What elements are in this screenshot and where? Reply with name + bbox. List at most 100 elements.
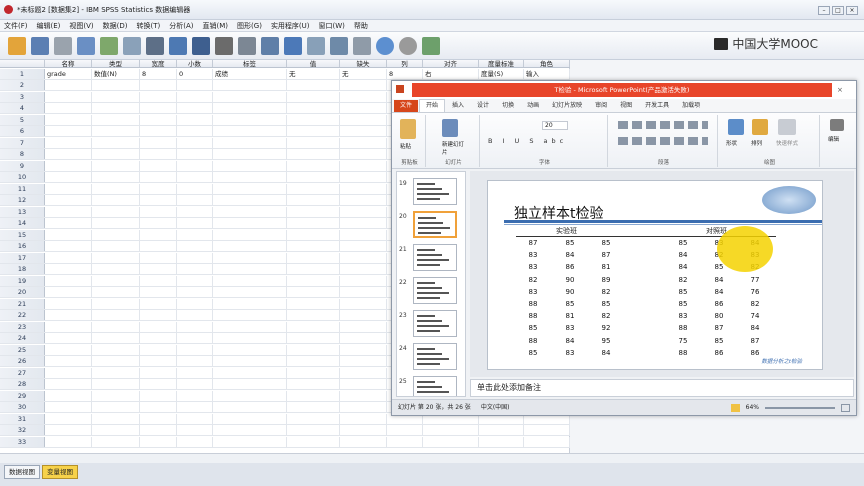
grid-cell[interactable] <box>140 172 177 182</box>
grid-cell[interactable] <box>287 367 340 378</box>
grid-cell[interactable] <box>213 137 287 148</box>
grid-cell[interactable] <box>340 183 387 194</box>
grid-cell[interactable] <box>340 114 387 125</box>
current-slide[interactable]: 独立样本t检验 实验班 对照班 87 85 85 83 84 87 83 86 81 82 90 89… <box>487 180 823 370</box>
row-number[interactable]: 6 <box>0 126 45 136</box>
grid-cell[interactable] <box>92 137 140 148</box>
grid-cell[interactable] <box>45 333 92 343</box>
goto-variable-icon[interactable] <box>169 36 187 55</box>
grid-cell[interactable] <box>340 402 387 412</box>
slide-thumbnail[interactable] <box>413 343 457 370</box>
grid-cell[interactable] <box>92 436 140 447</box>
value-labels-icon[interactable] <box>353 36 371 55</box>
notes-pane[interactable]: 单击此处添加备注 <box>470 379 854 397</box>
grid-cell[interactable] <box>213 402 287 412</box>
grid-cell[interactable] <box>340 436 387 447</box>
grid-cell[interactable] <box>479 436 524 447</box>
new-slide-label[interactable]: 新建幻灯片 <box>442 140 466 156</box>
slide-thumbnail[interactable] <box>413 277 457 304</box>
slide-thumbnails-pane[interactable]: 19 20 21 22 23 24 25 <box>396 171 466 397</box>
table-row[interactable]: 32 <box>0 425 570 436</box>
powerpoint-window[interactable]: T检验 - Microsoft PowerPoint(产品激活失败) × 文件开… <box>391 80 857 416</box>
row-number[interactable]: 3 <box>0 91 45 102</box>
grid-cell[interactable] <box>287 321 340 332</box>
row-number[interactable]: 18 <box>0 264 45 274</box>
horizontal-scrollbar[interactable] <box>0 453 864 463</box>
grid-cell[interactable] <box>177 160 213 171</box>
grid-cell[interactable] <box>287 344 340 355</box>
grid-cell[interactable] <box>213 275 287 286</box>
grid-cell[interactable] <box>140 91 177 102</box>
redo-icon[interactable] <box>123 36 141 55</box>
column-header[interactable]: 列 <box>387 60 423 68</box>
row-number[interactable]: 16 <box>0 241 45 251</box>
grid-cell[interactable] <box>45 91 92 102</box>
grid-cell[interactable] <box>340 195 387 205</box>
find-replace-icon[interactable] <box>830 119 844 131</box>
grid-cell[interactable] <box>177 103 213 113</box>
arrange-icon[interactable] <box>752 119 768 135</box>
grid-cell[interactable] <box>140 264 177 274</box>
ppt-tab-5[interactable]: 动画 <box>521 100 545 112</box>
grid-cell[interactable] <box>213 333 287 343</box>
grid-cell[interactable] <box>45 80 92 90</box>
undo-icon[interactable] <box>100 36 118 55</box>
menu-item-2[interactable]: 视图(V) <box>69 21 93 31</box>
grid-cell[interactable] <box>287 379 340 389</box>
ppt-tab-2[interactable]: 插入 <box>446 100 470 112</box>
grid-cell[interactable] <box>45 114 92 125</box>
grid-cell[interactable] <box>45 137 92 148</box>
grid-cell[interactable] <box>213 413 287 424</box>
grid-cell[interactable] <box>140 356 177 366</box>
grid-cell[interactable]: 无 <box>287 69 340 79</box>
grid-cell[interactable] <box>45 321 92 332</box>
grid-cell[interactable] <box>45 241 92 251</box>
grid-cell[interactable] <box>287 436 340 447</box>
grid-cell[interactable] <box>177 252 213 263</box>
grid-cell[interactable] <box>340 91 387 102</box>
grid-cell[interactable] <box>177 425 213 435</box>
grid-cell[interactable] <box>340 379 387 389</box>
grid-cell[interactable] <box>340 229 387 240</box>
grid-cell[interactable] <box>340 172 387 182</box>
grid-cell[interactable] <box>45 252 92 263</box>
grid-cell[interactable] <box>45 218 92 228</box>
grid-cell[interactable] <box>177 390 213 401</box>
grid-cell[interactable] <box>45 367 92 378</box>
grid-cell[interactable] <box>92 172 140 182</box>
grid-cell[interactable] <box>177 149 213 159</box>
grid-cell[interactable] <box>287 183 340 194</box>
grid-cell[interactable] <box>45 206 92 217</box>
grid-cell[interactable] <box>340 218 387 228</box>
new-slide-icon[interactable] <box>442 119 458 137</box>
grid-cell[interactable] <box>92 229 140 240</box>
grid-cell[interactable] <box>213 287 287 297</box>
grid-cell[interactable] <box>213 241 287 251</box>
insert-variable-icon[interactable] <box>261 36 279 55</box>
row-number[interactable]: 17 <box>0 252 45 263</box>
grid-cell[interactable] <box>213 149 287 159</box>
shapes-label[interactable]: 形状 <box>726 139 737 147</box>
menu-item-4[interactable]: 转换(T) <box>137 21 161 31</box>
column-header[interactable]: 对齐 <box>423 60 479 68</box>
ppt-tab-9[interactable]: 开发工具 <box>639 100 675 112</box>
save-icon[interactable] <box>31 36 49 55</box>
zoom-slider[interactable] <box>765 406 835 409</box>
grid-cell[interactable] <box>177 287 213 297</box>
grid-cell[interactable] <box>92 310 140 320</box>
grid-cell[interactable] <box>140 114 177 125</box>
grid-cell[interactable] <box>140 379 177 389</box>
grid-cell[interactable] <box>140 80 177 90</box>
grid-cell[interactable] <box>340 275 387 286</box>
grid-cell[interactable] <box>140 367 177 378</box>
menu-item-9[interactable]: 窗口(W) <box>319 21 345 31</box>
paste-label[interactable]: 粘贴 <box>400 142 411 150</box>
grid-cell[interactable]: 8 <box>140 69 177 79</box>
row-number[interactable]: 4 <box>0 103 45 113</box>
grid-cell[interactable] <box>213 252 287 263</box>
grid-cell[interactable] <box>177 379 213 389</box>
grid-cell[interactable] <box>45 344 92 355</box>
grid-cell[interactable] <box>177 91 213 102</box>
find-icon[interactable] <box>215 36 233 55</box>
grid-cell[interactable] <box>45 172 92 182</box>
